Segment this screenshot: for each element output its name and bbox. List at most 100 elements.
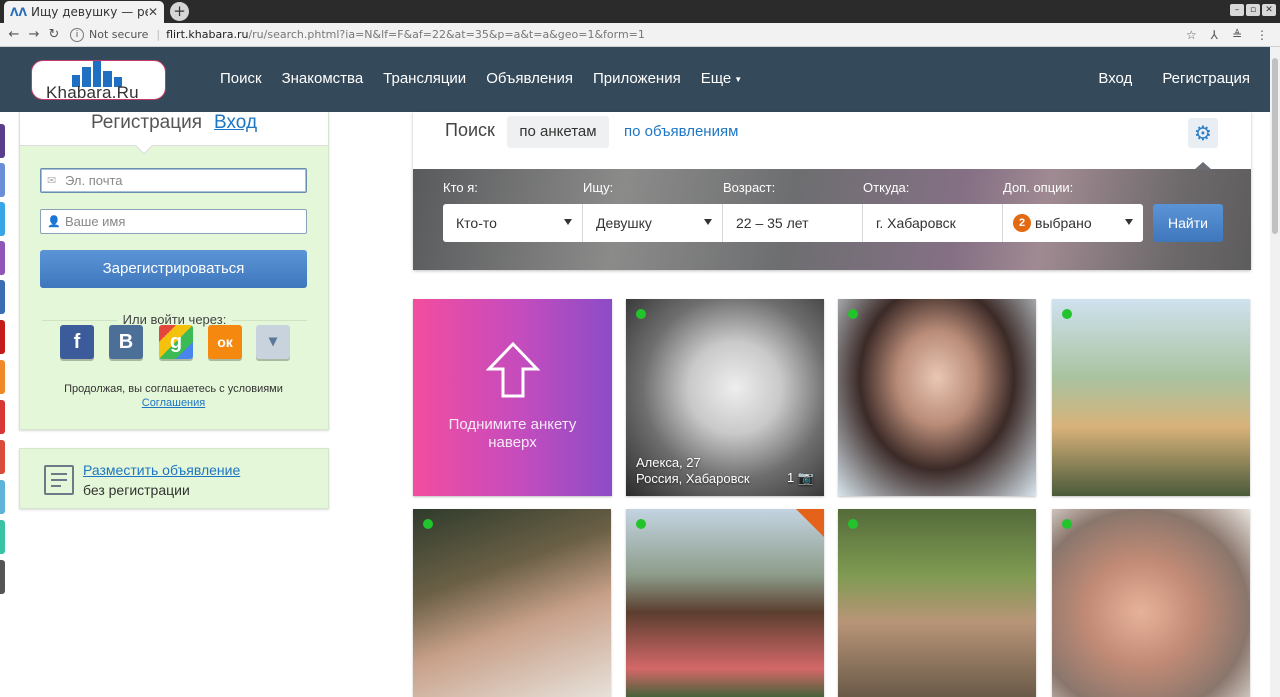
who-select[interactable]: Кто-то	[443, 204, 583, 242]
share-strip-button[interactable]	[0, 241, 5, 275]
post-ad-panel: Разместить объявление без регистрации	[19, 448, 329, 509]
main-nav: Поиск Знакомства Трансляции Объявления П…	[220, 70, 742, 87]
nav-more[interactable]: Еще ▼	[701, 70, 742, 87]
share-strip-button[interactable]	[0, 400, 5, 434]
more-logins-button[interactable]: ▾	[256, 325, 290, 359]
promote-profile-card[interactable]: Поднимите анкету наверх	[413, 299, 612, 496]
settings-pointer	[1194, 162, 1212, 170]
new-tab-button[interactable]: +	[170, 2, 189, 21]
extension-icon-2[interactable]: ≜	[1232, 28, 1242, 42]
share-strip-button[interactable]	[0, 163, 5, 197]
back-icon[interactable]: ←	[4, 27, 24, 42]
options-count-badge: 2	[1013, 214, 1031, 232]
search-mode-ads[interactable]: по объявлениям	[624, 123, 738, 140]
top-profile-corner-badge	[796, 509, 824, 537]
online-status-dot	[636, 309, 646, 319]
post-ad-subtitle: без регистрации	[83, 482, 190, 498]
profile-card[interactable]	[1052, 509, 1250, 697]
online-status-dot	[848, 519, 858, 529]
nav-ads[interactable]: Объявления	[486, 70, 573, 87]
reload-icon[interactable]: ↻	[44, 27, 64, 42]
dropdown-arrow-icon	[564, 219, 572, 225]
nav-broadcasts[interactable]: Трансляции	[383, 70, 466, 87]
register-button[interactable]: Зарегистрироваться	[40, 250, 307, 288]
registration-panel: Регистрация Вход ✉ Эл. почта 👤 Ваше имя З…	[19, 112, 329, 430]
page-scrollbar-thumb[interactable]	[1272, 58, 1278, 234]
profile-card[interactable]	[413, 509, 611, 697]
nav-apps[interactable]: Приложения	[593, 70, 681, 87]
promote-profile-text: Поднимите анкету наверх	[448, 416, 577, 451]
tab-login[interactable]: Вход	[214, 112, 257, 133]
search-panel: Поиск по анкетам по объявлениям ⚙ Кто я:…	[413, 112, 1251, 270]
site-favicon-icon: ᐱᐱ	[10, 5, 28, 19]
minimize-icon[interactable]: –	[1230, 4, 1244, 16]
google-login-button[interactable]: g	[159, 325, 193, 359]
post-ad-link[interactable]: Разместить объявление	[83, 462, 240, 478]
profile-card[interactable]	[838, 509, 1036, 697]
share-strip-button[interactable]	[0, 124, 5, 158]
url-path: /ru/search.phtml?ia=N&lf=F&af=22&at=35&p…	[248, 28, 645, 41]
name-field[interactable]: 👤 Ваше имя	[40, 209, 307, 234]
profile-card[interactable]	[838, 299, 1036, 496]
vkontakte-login-button[interactable]: B	[109, 325, 143, 359]
seeking-select[interactable]: Девушку	[583, 204, 723, 242]
camera-icon: 📷	[797, 470, 814, 485]
site-logo[interactable]: Khabara.Ru	[31, 60, 166, 100]
options-select[interactable]: 2 выбрано	[1003, 204, 1143, 242]
extension-icon[interactable]: ⅄	[1211, 28, 1218, 42]
share-strip-button[interactable]	[0, 360, 5, 394]
share-strip-button[interactable]	[0, 560, 5, 594]
location-value: г. Хабаровск	[876, 215, 956, 231]
auth-nav: Вход Регистрация	[1098, 70, 1250, 87]
share-strip-button[interactable]	[0, 440, 5, 474]
menu-icon[interactable]: ⋮	[1256, 28, 1268, 42]
tab-register[interactable]: Регистрация	[91, 112, 202, 133]
agreement-label: Продолжая, вы соглашаетесь с условиями	[64, 383, 283, 395]
browser-tab-bar: ᐱᐱ Ищу девушку — резу ✕ + – ▫ ✕	[0, 0, 1280, 23]
name-placeholder: Ваше имя	[65, 214, 126, 229]
online-status-dot	[848, 309, 858, 319]
document-icon	[44, 465, 74, 495]
profile-card[interactable]	[626, 509, 824, 697]
location-field[interactable]: г. Хабаровск	[863, 204, 1003, 242]
search-filter-band: Кто я: Ищу: Возраст: Откуда: Доп. опции:…	[413, 169, 1251, 270]
filter-label-options: Доп. опции:	[1003, 180, 1074, 195]
maximize-icon[interactable]: ▫	[1246, 4, 1260, 16]
share-strip-button[interactable]	[0, 202, 5, 236]
agreement-link[interactable]: Соглашения	[142, 397, 206, 409]
seeking-value: Девушку	[596, 215, 652, 231]
odnoklassniki-icon: ок	[217, 334, 233, 350]
browser-actions: ☆ ⅄ ≜ ⋮	[1186, 28, 1268, 42]
facebook-icon: f	[73, 331, 81, 353]
registration-tabs: Регистрация Вход	[20, 112, 328, 155]
header-register-link[interactable]: Регистрация	[1162, 70, 1250, 87]
header-login-link[interactable]: Вход	[1098, 70, 1132, 87]
forward-icon[interactable]: →	[24, 27, 44, 42]
info-icon[interactable]: i	[70, 27, 84, 42]
facebook-login-button[interactable]: f	[60, 325, 94, 359]
nav-search[interactable]: Поиск	[220, 70, 262, 87]
dropdown-arrow-icon	[1125, 219, 1133, 225]
profile-card[interactable]	[1052, 299, 1250, 496]
nav-dating[interactable]: Знакомства	[282, 70, 364, 87]
tab-pointer	[135, 137, 153, 155]
browser-tab[interactable]: ᐱᐱ Ищу девушку — резу ✕	[4, 1, 164, 23]
bookmark-star-icon[interactable]: ☆	[1186, 28, 1197, 42]
email-field[interactable]: ✉ Эл. почта	[40, 168, 307, 193]
age-range-field[interactable]: 22 – 35 лет	[723, 204, 863, 242]
share-strip-button[interactable]	[0, 320, 5, 354]
share-strip-button[interactable]	[0, 520, 5, 554]
chevron-down-icon: ▾	[268, 333, 278, 350]
find-button[interactable]: Найти	[1153, 204, 1223, 242]
tab-close-icon[interactable]: ✕	[148, 5, 158, 19]
url-field[interactable]: i Not secure | flirt.khabara.ru /ru/sear…	[70, 26, 1186, 44]
online-status-dot	[423, 519, 433, 529]
settings-gear-icon[interactable]: ⚙	[1188, 118, 1218, 148]
window-close-icon[interactable]: ✕	[1262, 4, 1276, 16]
nav-more-label: Еще	[700, 70, 732, 87]
search-mode-profiles[interactable]: по анкетам	[507, 116, 609, 148]
share-strip-button[interactable]	[0, 480, 5, 514]
profile-card[interactable]: Алекса, 27 Россия, Хабаровск 1 📷	[626, 299, 824, 496]
share-strip-button[interactable]	[0, 280, 5, 314]
odnoklassniki-login-button[interactable]: ок	[208, 325, 242, 359]
